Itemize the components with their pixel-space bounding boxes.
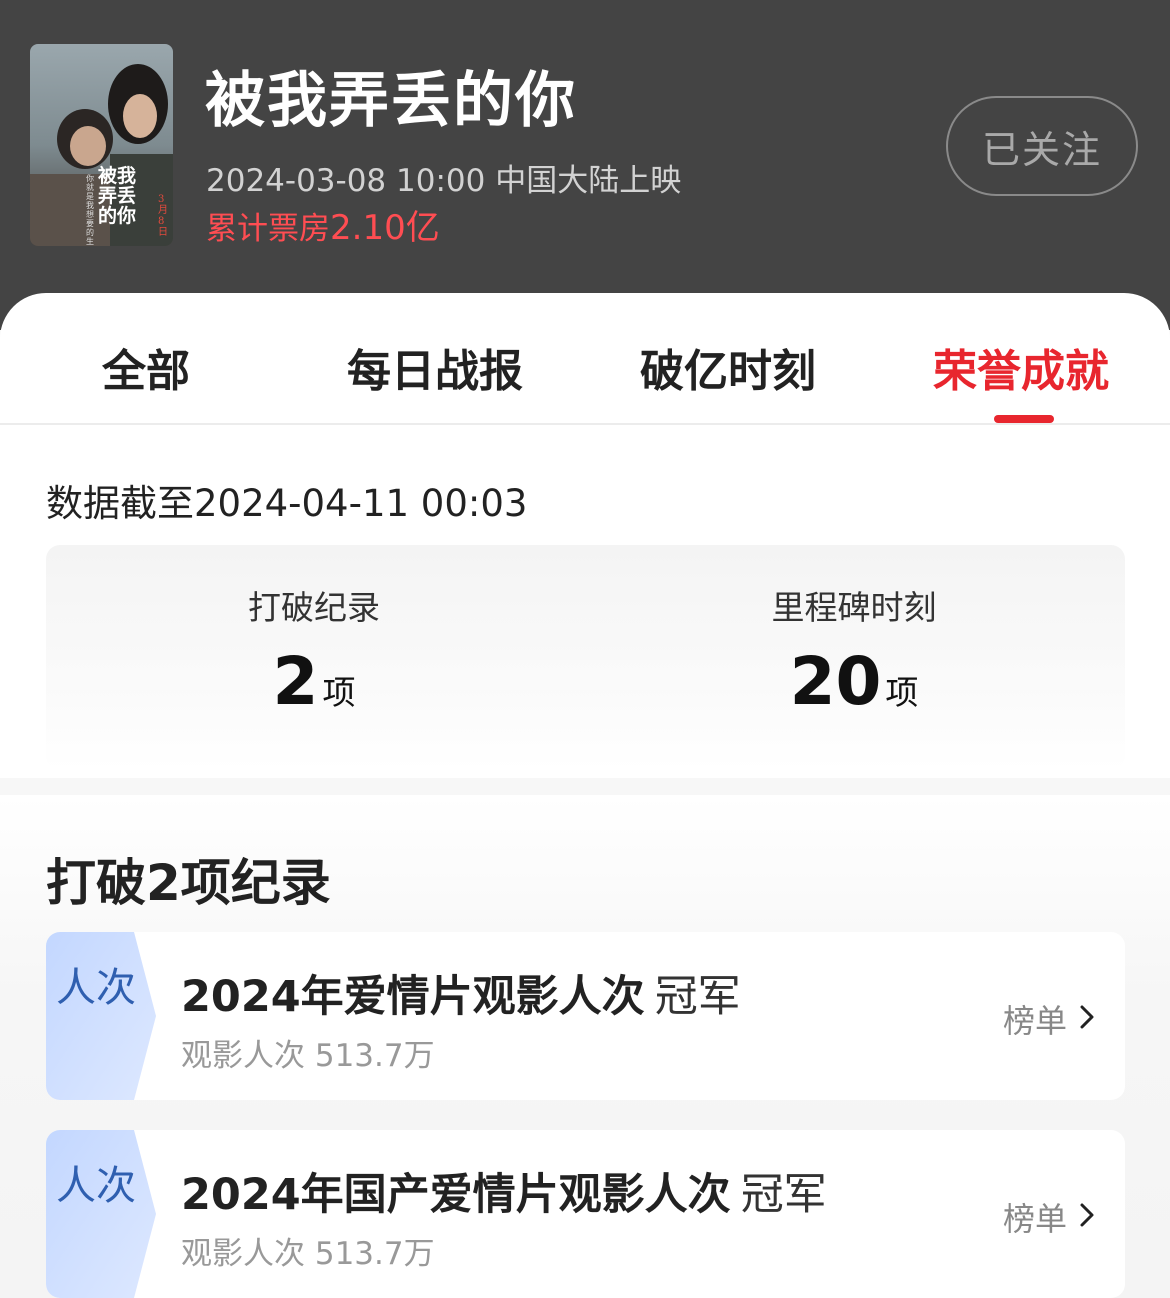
badge-shape [46, 1130, 156, 1298]
tab-bar: 全部 每日战报 破亿时刻 荣誉成就 [0, 293, 1170, 425]
follow-button[interactable]: 已关注 [946, 96, 1138, 196]
record-card[interactable]: 人次 2024年爱情片观影人次 冠军 观影人次 513.7万 榜单 [46, 932, 1125, 1100]
box-office-label: 累计票房 [206, 211, 330, 247]
tab-billion-moments[interactable]: 破亿时刻 [640, 335, 816, 399]
poster-title: 被我弄丢的你 [98, 165, 137, 227]
poster-date: 3月8日 [158, 194, 168, 238]
stat-unit: 项 [885, 673, 919, 712]
ranking-link-label: 榜单 [1002, 1200, 1067, 1238]
record-value: 观影人次 513.7万 [181, 1038, 435, 1074]
ranking-link[interactable]: 榜单 [1003, 996, 1095, 1042]
data-timestamp: 数据截至2024-04-11 00:03 [46, 482, 528, 525]
ranking-link[interactable]: 榜单 [1003, 1194, 1095, 1240]
badge-label: 人次 [56, 965, 136, 1011]
chevron-right-icon [1079, 1000, 1095, 1038]
record-name: 2024年国产爱情片观影人次 冠军 [181, 1160, 827, 1222]
cumulative-box-office: 累计票房2.10亿 [206, 200, 440, 249]
record-title: 2024年国产爱情片观影人次 [181, 1170, 731, 1220]
record-badge: 人次 [46, 1130, 156, 1298]
record-badge: 人次 [46, 932, 156, 1100]
poster-tagline: 你就是我想要的生活 [86, 174, 94, 246]
stat-label: 里程碑时刻 [771, 588, 937, 627]
summary-section: 数据截至2024-04-11 00:03 打破纪录 2项 里程碑时刻 20 项 [0, 425, 1170, 778]
movie-header: 被我弄丢的你 3月8日 你就是我想要的生活 被我弄丢的你 2024-03-08 … [0, 0, 1170, 330]
stat-value: 2 [272, 643, 319, 720]
chevron-right-icon [1079, 1198, 1095, 1236]
tab-all[interactable]: 全部 [102, 335, 190, 399]
record-name: 2024年爱情片观影人次 冠军 [181, 962, 741, 1024]
stat-milestones: 里程碑时刻 20 项 [654, 581, 1054, 720]
movie-title: 被我弄丢的你 [205, 66, 577, 136]
stats-card: 打破纪录 2项 里程碑时刻 20 项 [46, 545, 1125, 770]
badge-shape [46, 932, 156, 1100]
release-info: 2024-03-08 10:00 中国大陆上映 [206, 163, 682, 199]
box-office-value: 2.10亿 [330, 208, 440, 248]
stat-value: 20 [789, 643, 882, 720]
stat-label: 打破纪录 [248, 588, 380, 627]
tab-honors[interactable]: 荣誉成就 [933, 335, 1109, 399]
records-section: 打破2项纪录 人次 2024年爱情片观影人次冠军 观影人次 513.7万 榜单 [0, 795, 1170, 1298]
active-tab-indicator [994, 415, 1054, 423]
record-rank: 冠军 [654, 972, 741, 1022]
badge-label: 人次 [56, 1163, 136, 1209]
stat-unit: 项 [322, 673, 356, 712]
stat-records-broken: 打破纪录 2项 [114, 581, 514, 720]
tab-daily-report[interactable]: 每日战报 [347, 335, 523, 399]
record-title: 2024年爱情片观影人次 [181, 972, 645, 1022]
ranking-link-label: 榜单 [1002, 1002, 1067, 1040]
record-card[interactable]: 人次 2024年国产爱情片观影人次 冠军 观影人次 513.7万 榜单 [46, 1130, 1125, 1298]
record-value: 观影人次 513.7万 [181, 1236, 435, 1272]
record-rank: 冠军 [740, 1170, 827, 1220]
movie-poster[interactable]: 被我弄丢的你 3月8日 你就是我想要的生活 [30, 44, 173, 246]
records-title: 打破2项纪录 [46, 854, 331, 912]
